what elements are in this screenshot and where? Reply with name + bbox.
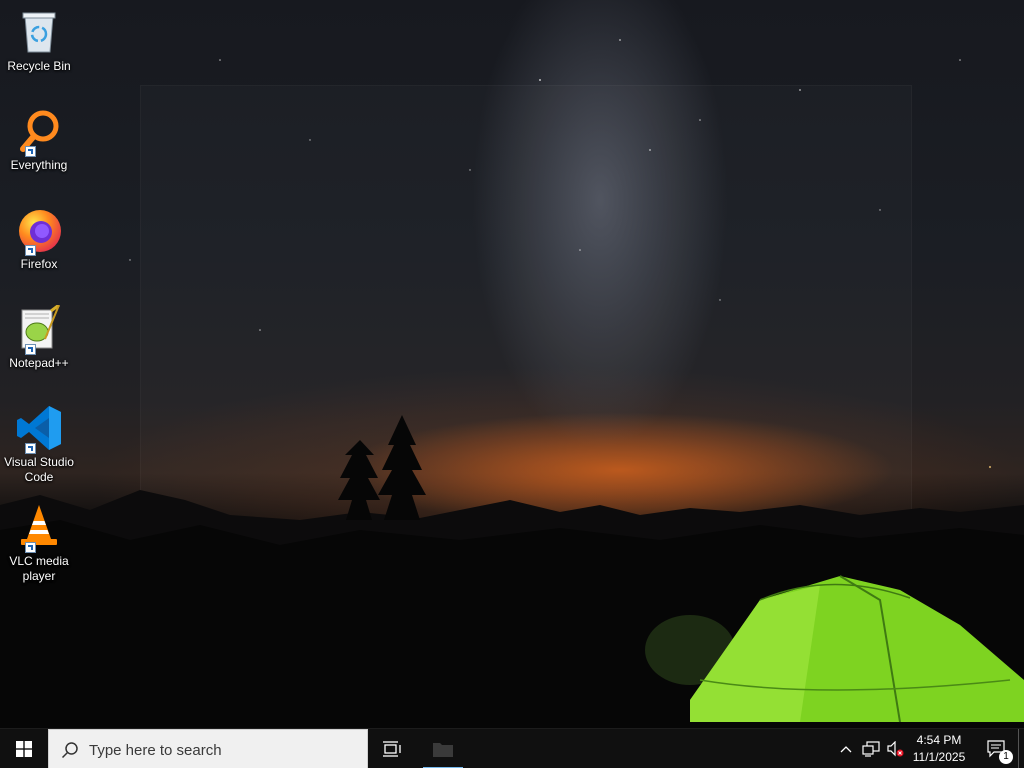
shortcut-arrow-icon xyxy=(25,344,36,355)
notepad-plus-plus-icon xyxy=(15,303,63,355)
desktop-icon-label: Firefox xyxy=(20,257,58,271)
task-view-button[interactable] xyxy=(370,729,414,768)
taskbar: Type here to search 4:54 PM 11/1/2025 1 xyxy=(0,728,1024,768)
desktop-icon-firefox[interactable]: Firefox xyxy=(2,206,76,272)
shortcut-arrow-icon xyxy=(25,542,36,553)
network-button[interactable] xyxy=(858,729,884,768)
action-center-button[interactable]: 1 xyxy=(980,729,1014,768)
shortcut-arrow-icon xyxy=(25,443,36,454)
taskbar-file-explorer-button[interactable] xyxy=(423,729,463,768)
everything-search-icon xyxy=(15,107,63,157)
clock-date: 11/1/2025 xyxy=(912,750,966,764)
taskbar-search-box[interactable]: Type here to search xyxy=(48,729,368,768)
show-desktop-button[interactable] xyxy=(1018,729,1024,768)
desktop-icon-label: Visual Studio Code xyxy=(4,455,74,484)
desktop-icon-recycle-bin[interactable]: Recycle Bin xyxy=(2,8,76,74)
file-explorer-icon xyxy=(433,743,453,757)
vlc-icon xyxy=(15,503,63,553)
firefox-icon xyxy=(15,206,63,256)
desktop-icon-label: VLC media player xyxy=(9,554,69,583)
network-icon xyxy=(862,741,880,757)
taskbar-clock[interactable]: 4:54 PM 11/1/2025 xyxy=(906,732,972,766)
desktop-wallpaper xyxy=(0,0,1024,728)
notification-count-badge: 1 xyxy=(999,750,1013,764)
search-icon xyxy=(61,742,78,759)
tray-overflow-button[interactable] xyxy=(836,729,856,768)
vscode-icon xyxy=(15,404,63,454)
desktop-icon-notepad-plus-plus[interactable]: Notepad++ xyxy=(2,303,76,371)
windows-logo-icon xyxy=(16,741,32,757)
desktop-icon-label: Recycle Bin xyxy=(7,59,71,73)
start-button[interactable] xyxy=(0,729,48,768)
desktop-icon-vlc[interactable]: VLC media player xyxy=(2,503,76,584)
desktop-icon-label: Notepad++ xyxy=(9,356,69,370)
chevron-up-icon xyxy=(840,746,852,753)
search-placeholder: Type here to search xyxy=(89,742,222,759)
shortcut-arrow-icon xyxy=(25,146,36,157)
desktop-icon-label: Everything xyxy=(10,158,68,172)
desktop-icon-vscode[interactable]: Visual Studio Code xyxy=(2,404,76,485)
volume-muted-icon xyxy=(887,741,904,757)
landscape-silhouette xyxy=(0,39,1024,728)
shortcut-arrow-icon xyxy=(25,245,36,256)
task-view-icon xyxy=(383,741,401,757)
desktop-icon-everything[interactable]: Everything xyxy=(2,107,76,173)
recycle-bin-icon xyxy=(15,8,63,56)
volume-button[interactable] xyxy=(884,729,906,768)
clock-time: 4:54 PM xyxy=(916,733,962,747)
